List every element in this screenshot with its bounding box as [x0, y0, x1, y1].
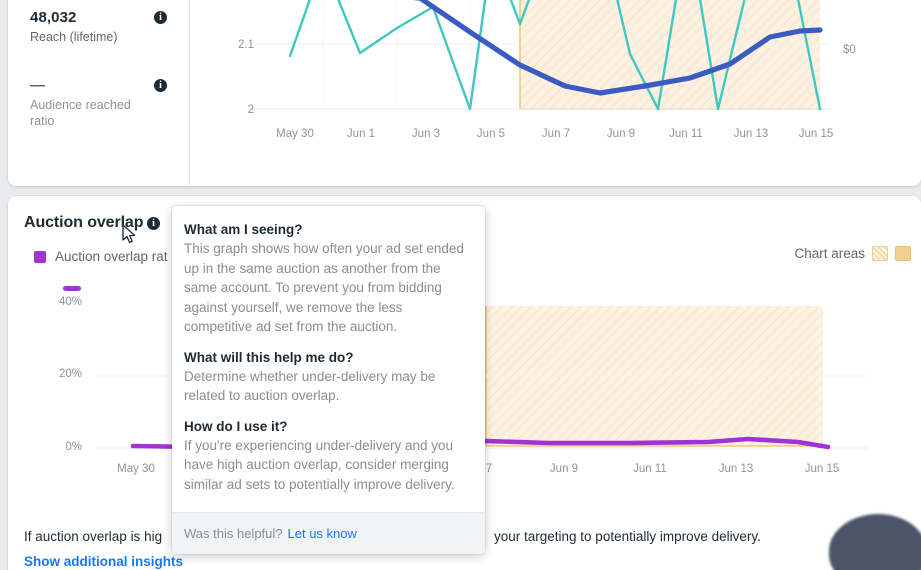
tooltip-heading: How do I use it? [184, 418, 288, 434]
tooltip-heading: What will this help me do? [184, 349, 354, 365]
x-tick-label: Jun 13 [733, 128, 769, 140]
tooltip-footer: Was this helpful? Let us know [172, 512, 485, 554]
y-tick-label: 2.1 [238, 39, 254, 51]
metric-label: Reach (lifetime) [30, 30, 118, 44]
metrics-column: First time impression ratio i 48,032 Rea… [8, 0, 190, 186]
metric-audience-reached-ratio: — Audience reached ratio i [30, 77, 175, 129]
x-tick-label: Jun 15 [798, 128, 834, 140]
mouse-cursor-icon [122, 224, 136, 244]
x-tick-label: Jun 5 [476, 128, 506, 140]
x-tick-label: Jun 9 [606, 128, 636, 140]
performance-chart-svg [250, 0, 830, 111]
footer-description-right: your targeting to potentially improve de… [494, 529, 761, 544]
x-tick-label: Jun 9 [549, 463, 579, 475]
x-tick-label: May 30 [276, 128, 314, 140]
tooltip-paragraph: This graph shows how often your ad set e… [184, 241, 464, 334]
tooltip-paragraph: If you're experiencing under-delivery an… [184, 437, 455, 492]
y-tick-label: 2 [247, 104, 254, 116]
screenshot-root: First time impression ratio i 48,032 Rea… [0, 0, 921, 570]
tooltip-paragraph: Determine whether under-delivery may be … [184, 368, 436, 404]
x-tick-label: Jun 11 [669, 128, 703, 140]
x-tick-label: Jun 13 [718, 463, 754, 475]
info-icon[interactable]: i [154, 79, 167, 92]
x-tick-label: Jun 3 [411, 128, 441, 140]
metric-label: Audience reached ratio [30, 98, 131, 128]
x-tick-label: Jun 11 [633, 463, 667, 475]
info-tooltip-popover: What am I seeing? This graph shows how o… [172, 206, 485, 554]
tooltip-body: What am I seeing? This graph shows how o… [172, 206, 485, 502]
y-right-tick-label: $0 [843, 44, 856, 56]
info-icon[interactable]: i [154, 11, 167, 24]
x-tick-label: 7 [485, 463, 493, 475]
footer-description-left: If auction overlap is hig [24, 529, 163, 544]
show-additional-insights-link[interactable]: Show additional insights [24, 554, 183, 569]
x-tick-label: May 30 [117, 463, 155, 475]
x-axis-labels: May 30 Jun 1 Jun 3 Jun 5 Jun 7 Jun 9 Jun… [190, 128, 921, 144]
x-tick-label: Jun 15 [804, 463, 840, 475]
feedback-question: Was this helpful? [184, 526, 283, 541]
x-tick-label: Jun 7 [541, 128, 571, 140]
x-tick-label: Jun 1 [346, 128, 376, 140]
metric-reach-lifetime: 48,032 Reach (lifetime) i [30, 9, 175, 45]
tooltip-heading: What am I seeing? [184, 222, 303, 237]
let-us-know-link[interactable]: Let us know [288, 526, 357, 541]
metrics-chart-card: First time impression ratio i 48,032 Rea… [8, 0, 921, 186]
performance-chart[interactable]: 2.2 2.1 2 $100 $0 May 30 Jun 1 Jun 3 Jun… [190, 0, 921, 186]
